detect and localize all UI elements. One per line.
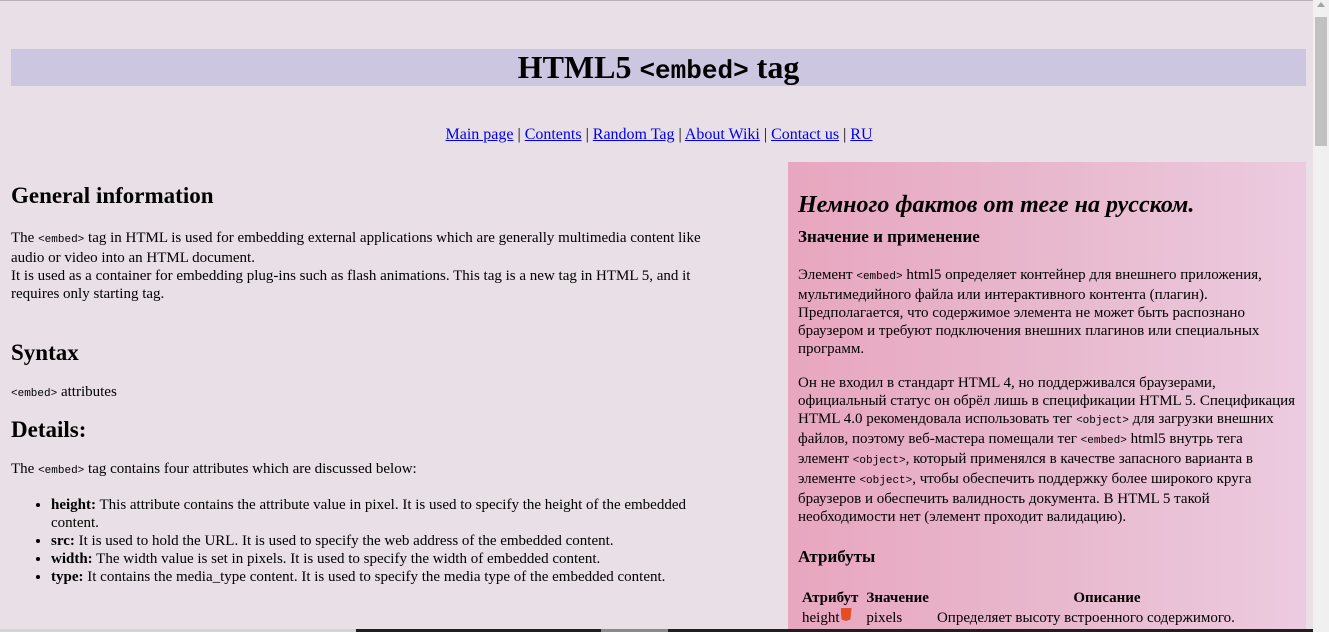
syntax-heading: Syntax [11, 340, 79, 365]
russian-facts-panel: Немного фактов от теге на русском. Значе… [788, 162, 1306, 632]
syntax-text: <embed> attributes [11, 384, 117, 400]
details-embed-code: <embed> [38, 465, 85, 477]
nav-separator: | [585, 126, 589, 143]
meaning-paragraph: Элемент <embed> html5 определяет контейн… [798, 267, 1262, 357]
title-tag-code: <embed> [639, 56, 749, 86]
nav-link-main-page[interactable]: Main page [446, 126, 514, 143]
list-item: height: This attribute contains the attr… [51, 496, 731, 532]
nav-separator: | [763, 126, 768, 143]
title-bar: HTML5 <embed> tag [11, 49, 1306, 86]
table-cell: Определяет высоту встроенного содержимог… [936, 610, 1235, 626]
nav-link-ru[interactable]: RU [850, 126, 872, 143]
list-item: width: The width value is set in pixels.… [51, 550, 731, 568]
details-intro: The <embed> tag contains four attributes… [11, 461, 417, 477]
html5-icon [840, 608, 852, 621]
scrollbar-thumb[interactable] [1315, 17, 1327, 146]
nav-separator: | [678, 126, 682, 143]
list-item: type: It contains the media_type content… [51, 568, 731, 586]
attributes-table: Атрибут Значение Описание height pixels … [798, 588, 1281, 628]
top-navigation: Main page | Contents | Random Tag | Abou… [0, 125, 1318, 145]
general-info-paragraph-2: It is used as a container for embedding … [11, 268, 691, 302]
syntax-code: <embed> [11, 388, 58, 400]
table-cell: pixels [866, 610, 903, 626]
nav-separator: | [517, 126, 521, 143]
details-heading: Details: [11, 417, 87, 442]
vertical-scrollbar[interactable] [1313, 0, 1329, 632]
embed-code: <embed> [38, 234, 85, 246]
history-paragraph: Он не входил в стандарт HTML 4, но подде… [798, 375, 1296, 525]
scroll-up-arrow-icon[interactable] [1317, 2, 1325, 7]
top-border [0, 0, 1313, 1]
general-info-paragraph: The <embed> tag in HTML is used for embe… [11, 230, 701, 266]
attributes-heading: Атрибуты [798, 547, 876, 566]
nav-link-contact-us[interactable]: Contact us [771, 126, 839, 143]
main-content: General information The <embed> tag in H… [11, 180, 731, 586]
nav-link-contents[interactable]: Contents [525, 126, 582, 143]
meaning-heading: Значение и применение [798, 227, 980, 246]
list-item: src: It is used to hold the URL. It is u… [51, 532, 731, 550]
table-header: Атрибут [802, 590, 859, 606]
nav-link-random-tag[interactable]: Random Tag [593, 126, 675, 143]
table-row: height pixels Определяет высоту встроенн… [798, 608, 1281, 628]
nav-separator: | [843, 126, 847, 143]
general-info-heading: General information [11, 183, 214, 208]
table-cell: height [798, 608, 862, 628]
attribute-list: height: This attribute contains the attr… [11, 496, 731, 586]
page-title: HTML5 <embed> tag [517, 49, 800, 86]
table-header-row: Атрибут Значение Описание [798, 588, 1281, 608]
table-header: Значение [866, 590, 929, 606]
russian-facts-heading: Немного фактов от теге на русском. [798, 192, 1195, 218]
table-header: Описание [1073, 590, 1141, 606]
nav-link-about-wiki[interactable]: About Wiki [685, 126, 760, 143]
